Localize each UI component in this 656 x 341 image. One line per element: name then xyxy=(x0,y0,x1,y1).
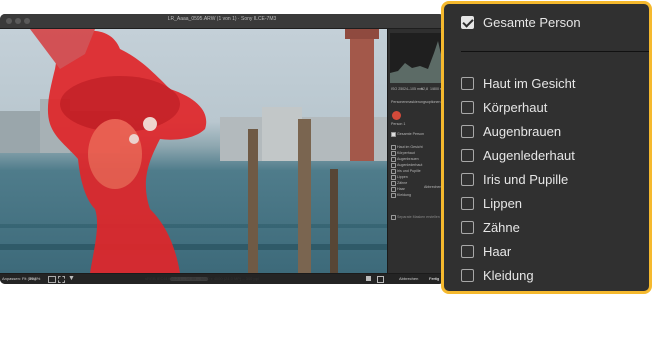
mini-item-label: Körperhaut xyxy=(397,151,415,155)
body-skin-label: Körperhaut xyxy=(483,99,548,115)
mini-item-label: Zähne xyxy=(397,181,408,185)
mini-checkbox[interactable] xyxy=(391,187,396,192)
mini-item-label: Kleidung xyxy=(397,193,411,197)
sclera-checkbox[interactable] xyxy=(461,148,474,162)
mini-checkbox[interactable] xyxy=(391,157,396,162)
part-row-lips[interactable]: Lippen xyxy=(461,194,522,212)
editor-window: LR_Aaaa_0595.ARW (1 von 1) · Sony ILCE-7… xyxy=(0,14,444,284)
masking-side-panel: ISO 250 24–105 mm f/2,8 1/800 s Personen… xyxy=(387,29,444,273)
mini-checkbox[interactable] xyxy=(391,181,396,186)
sclera-label: Augenlederhaut xyxy=(483,147,575,163)
lips-label: Lippen xyxy=(483,195,523,211)
water-streak xyxy=(0,224,387,228)
whole-person-checkbox-large[interactable] xyxy=(461,15,474,29)
photo-canvas[interactable] xyxy=(0,29,387,273)
file-info: sRGB IEC61966-2.1 – 16 Bit – 6000 x 4000… xyxy=(145,276,259,281)
teeth-checkbox[interactable] xyxy=(461,220,474,234)
whole-person-label: Gesamte Person xyxy=(397,132,424,136)
separate-masks-checkbox[interactable] xyxy=(391,215,396,220)
part-row-teeth[interactable]: Zähne xyxy=(461,218,520,236)
mini-item-label: Haut im Gesicht xyxy=(397,145,423,149)
separate-masks-label: Separate Masken erstellen xyxy=(397,215,440,219)
done-button[interactable]: Fertig xyxy=(429,276,439,281)
mooring-pole xyxy=(330,169,338,273)
title-bar: LR_Aaaa_0595.ARW (1 von 1) · Sony ILCE-7… xyxy=(0,14,444,29)
mini-item-label: Haar xyxy=(397,187,405,191)
person-label: Person 1 xyxy=(391,122,406,126)
filter-icon[interactable]: ▼ xyxy=(68,275,75,282)
histogram-info-0: ISO 250 xyxy=(391,87,405,91)
mooring-pole xyxy=(298,119,311,273)
section-title: Personenmaskierungsoptionen xyxy=(391,100,441,104)
grid-icon[interactable] xyxy=(58,276,65,283)
part-row-eyebrows[interactable]: Augenbrauen xyxy=(461,122,561,140)
eyebrows-checkbox[interactable] xyxy=(461,124,474,138)
iris-label: Iris und Pupille xyxy=(483,171,569,187)
clothing-checkbox[interactable] xyxy=(461,268,474,282)
mini-item-label: Iris und Pupille xyxy=(397,169,421,173)
whole-person-row[interactable]: Gesamte Person xyxy=(461,13,581,31)
histogram xyxy=(390,33,443,83)
part-row-hair[interactable]: Haar xyxy=(461,242,511,260)
part-row-face-skin[interactable]: Haut im Gesicht xyxy=(461,74,575,92)
whole-person-checkbox[interactable] xyxy=(391,132,396,137)
histogram-info-2: f/2,8 xyxy=(421,87,428,91)
clothing-label: Kleidung xyxy=(483,267,534,283)
compare-icon[interactable] xyxy=(366,276,371,281)
eyebrows-label: Augenbrauen xyxy=(483,123,562,139)
hair-label: Haar xyxy=(483,243,512,259)
teeth-label: Zähne xyxy=(483,219,520,235)
mini-checkbox[interactable] xyxy=(391,169,396,174)
hair-checkbox[interactable] xyxy=(461,244,474,258)
before-after-icon[interactable] xyxy=(377,276,384,283)
mini-item-label: Augenlederhaut xyxy=(397,163,423,167)
mini-checkbox[interactable] xyxy=(391,151,396,156)
mini-checkbox[interactable] xyxy=(391,175,396,180)
iris-checkbox[interactable] xyxy=(461,172,474,186)
bell-tower xyxy=(350,29,374,161)
bell-tower xyxy=(345,29,379,39)
window-title: LR_Aaaa_0595.ARW (1 von 1) · Sony ILCE-7… xyxy=(167,16,277,22)
part-row-iris[interactable]: Iris und Pupille xyxy=(461,170,568,188)
zoom-value[interactable]: 36,8% xyxy=(29,276,40,281)
whole-person-label-large: Gesamte Person xyxy=(483,14,581,30)
part-row-clothing[interactable]: Kleidung xyxy=(461,266,534,284)
water-streak xyxy=(0,244,387,250)
refine-link[interactable]: Abbrechen xyxy=(424,185,441,189)
mini-checkbox[interactable] xyxy=(391,145,396,150)
mini-item-label: Lippen xyxy=(397,175,408,179)
person-avatar[interactable] xyxy=(392,111,401,120)
body-skin-checkbox[interactable] xyxy=(461,100,474,114)
mooring-pole xyxy=(248,129,258,273)
face-skin-label: Haut im Gesicht xyxy=(483,75,576,91)
person-parts-callout: Gesamte Person Haut im Gesicht Körperhau… xyxy=(441,1,652,294)
divider xyxy=(461,51,649,52)
building xyxy=(262,107,302,161)
mini-checkbox[interactable] xyxy=(391,193,396,198)
mini-checkbox[interactable] xyxy=(391,163,396,168)
cancel-button[interactable]: Abbrechen xyxy=(399,276,418,281)
lips-checkbox[interactable] xyxy=(461,196,474,210)
mini-item-label: Augenbrauen xyxy=(397,157,419,161)
frame-icon[interactable] xyxy=(48,276,56,283)
part-row-body-skin[interactable]: Körperhaut xyxy=(461,98,547,116)
face-skin-checkbox[interactable] xyxy=(461,76,474,90)
part-row-sclera[interactable]: Augenlederhaut xyxy=(461,146,575,164)
photo-image xyxy=(0,29,387,273)
